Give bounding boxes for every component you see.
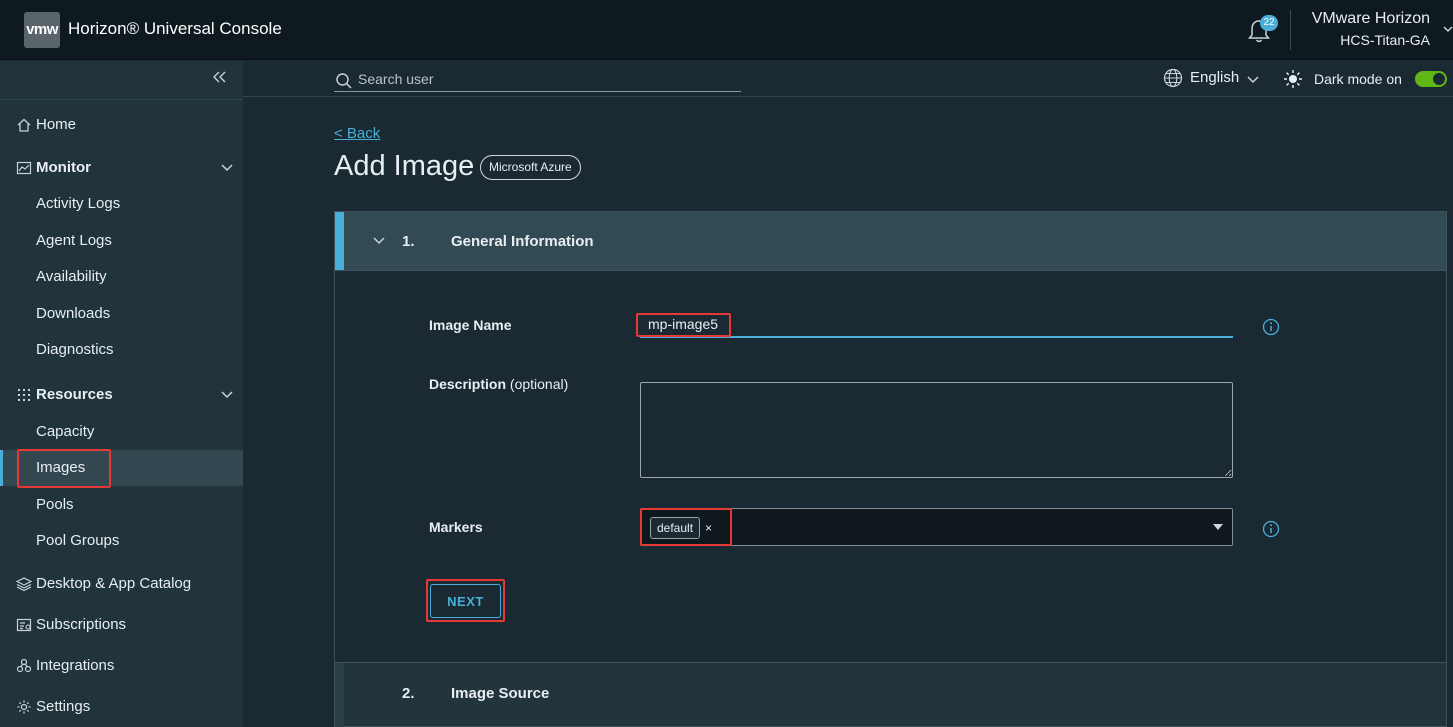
- highlight-box: [17, 449, 111, 488]
- step-number: 2.: [402, 685, 415, 702]
- sidebar-item-desktop-app-catalog[interactable]: Desktop & App Catalog: [0, 566, 243, 602]
- chevron-down-icon[interactable]: [1247, 74, 1259, 84]
- provider-badge: Microsoft Azure: [480, 155, 581, 180]
- notification-count-badge: 22: [1260, 15, 1278, 31]
- highlight-box: [640, 508, 732, 546]
- monitor-chart-icon: [16, 161, 32, 175]
- description-label-text: Description: [429, 376, 507, 392]
- sidebar: Home Monitor Activity Logs Agent Logs Av…: [0, 61, 243, 727]
- sidebar-group-label: Monitor: [36, 159, 91, 176]
- collapse-sidebar-icon[interactable]: [211, 69, 227, 85]
- sidebar-item-pools[interactable]: Pools: [0, 487, 243, 523]
- step-title: Image Source: [451, 685, 550, 702]
- sidebar-item-availability[interactable]: Availability: [0, 259, 243, 295]
- subscriptions-icon: [16, 618, 32, 632]
- step-header-general-information[interactable]: 1. General Information: [335, 212, 1446, 270]
- search-input[interactable]: [334, 67, 741, 92]
- language-select[interactable]: English: [1190, 69, 1239, 86]
- sidebar-item-label: Agent Logs: [36, 232, 112, 249]
- sidebar-item-diagnostics[interactable]: Diagnostics: [0, 332, 243, 368]
- home-icon: [17, 118, 31, 132]
- dark-mode-toggle[interactable]: [1415, 71, 1447, 87]
- step-number: 1.: [402, 233, 415, 250]
- image-name-label-text: Image Name: [429, 317, 512, 333]
- chevron-down-icon[interactable]: [220, 162, 234, 174]
- search-icon: [336, 73, 352, 89]
- sidebar-item-pool-groups[interactable]: Pool Groups: [0, 523, 243, 559]
- globe-icon[interactable]: [1163, 68, 1183, 88]
- sidebar-item-label: Pool Groups: [36, 532, 120, 549]
- sidebar-group-monitor[interactable]: Monitor: [0, 150, 243, 186]
- step-active-accent: [335, 212, 344, 270]
- back-link[interactable]: < Back: [334, 125, 380, 142]
- top-header: vmw Horizon® Universal Console 22 VMware…: [0, 0, 1453, 60]
- markers-label: Markers: [429, 519, 483, 535]
- vmware-logo: vmw: [24, 12, 60, 48]
- sidebar-item-label: Integrations: [36, 657, 115, 674]
- sidebar-item-label: Diagnostics: [36, 341, 114, 358]
- sidebar-item-label: Downloads: [36, 305, 111, 322]
- description-label: Description (optional): [429, 376, 568, 392]
- highlight-box: [426, 579, 505, 622]
- toggle-knob: [1433, 73, 1445, 85]
- toolbar: English Dark mode on: [243, 61, 1453, 97]
- sidebar-item-label: Settings: [36, 698, 91, 715]
- step-inactive-accent: [335, 663, 344, 727]
- gear-icon: [17, 700, 31, 714]
- sidebar-item-integrations[interactable]: Integrations: [0, 648, 243, 684]
- sidebar-item-subscriptions[interactable]: Subscriptions: [0, 607, 243, 643]
- grid-dots-icon: [18, 389, 30, 401]
- step-title: General Information: [451, 233, 594, 250]
- sidebar-group-resources[interactable]: Resources: [0, 377, 243, 413]
- image-name-label: Image Name: [429, 317, 511, 333]
- info-icon[interactable]: [1262, 520, 1280, 538]
- layers-icon: [16, 577, 32, 592]
- dark-mode-label: Dark mode on: [1314, 71, 1402, 87]
- page-title: Add Image: [334, 150, 475, 182]
- sidebar-item-agent-logs[interactable]: Agent Logs: [0, 223, 243, 259]
- sidebar-item-label: Pools: [36, 496, 74, 513]
- sidebar-item-activity-logs[interactable]: Activity Logs: [0, 186, 243, 222]
- sidebar-item-label: Availability: [36, 268, 107, 285]
- markers-label-text: Markers: [429, 519, 483, 535]
- wizard-panel: 1. General Information Image Name Descri…: [334, 211, 1447, 727]
- sidebar-divider: [0, 99, 243, 100]
- description-textarea[interactable]: [640, 382, 1233, 478]
- sidebar-item-label: Home: [36, 116, 77, 133]
- org-subtitle[interactable]: HCS-Titan-GA: [1340, 32, 1430, 48]
- info-icon[interactable]: [1262, 318, 1280, 336]
- org-name[interactable]: VMware Horizon: [1312, 10, 1430, 28]
- divider: [335, 270, 1446, 271]
- dropdown-arrow-icon[interactable]: [1213, 524, 1223, 530]
- sidebar-item-label: Desktop & App Catalog: [36, 575, 192, 592]
- chevron-down-icon[interactable]: [372, 235, 386, 247]
- sidebar-item-label: Activity Logs: [36, 195, 121, 212]
- sidebar-item-home[interactable]: Home: [0, 107, 243, 143]
- sidebar-item-settings[interactable]: Settings: [0, 689, 243, 725]
- app-title: Horizon® Universal Console: [68, 19, 282, 38]
- step-header-image-source[interactable]: 2. Image Source: [335, 662, 1446, 727]
- highlight-box: [636, 313, 731, 337]
- sidebar-group-label: Resources: [36, 386, 113, 403]
- integrations-icon: [16, 658, 32, 673]
- sidebar-item-downloads[interactable]: Downloads: [0, 296, 243, 332]
- chevron-down-icon[interactable]: [220, 389, 234, 401]
- sidebar-item-label: Capacity: [36, 423, 95, 440]
- sidebar-item-capacity[interactable]: Capacity: [0, 414, 243, 450]
- header-divider: [1290, 10, 1291, 50]
- optional-hint: (optional): [509, 376, 569, 392]
- sidebar-item-label: Subscriptions: [36, 616, 127, 633]
- chevron-down-icon[interactable]: [1443, 24, 1453, 34]
- sun-icon: [1284, 70, 1302, 88]
